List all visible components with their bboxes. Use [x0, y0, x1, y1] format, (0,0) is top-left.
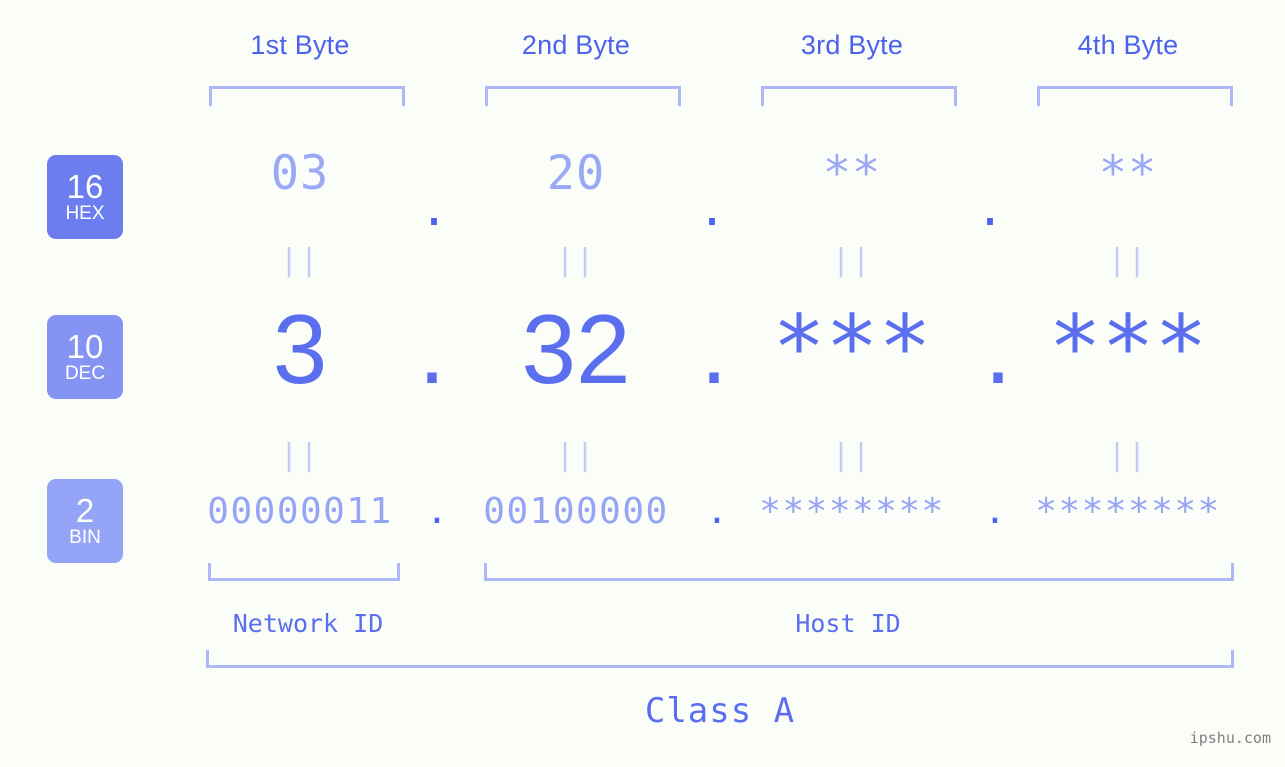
class-label: Class A [644, 691, 796, 731]
byte-header-2: 2nd Byte [521, 30, 631, 60]
equals-mark-dec-bin-2: || [555, 438, 597, 473]
hex-separator-3: . [975, 182, 1005, 237]
equals-mark-hex-dec-1: || [279, 243, 321, 278]
ip-byte-breakdown-diagram: 1st Byte 2nd Byte 3rd Byte 4th Byte 16 H… [0, 0, 1285, 767]
dec-value-byte-3: *** [772, 296, 932, 399]
site-watermark: ipshu.com [1189, 729, 1271, 747]
base-badge-hex: 16 HEX [47, 155, 123, 239]
bin-separator-2: . [706, 491, 728, 532]
byte-header-4: 4th Byte [1077, 30, 1179, 60]
network-id-label: Network ID [232, 609, 384, 638]
dec-separator-3: . [984, 294, 1012, 404]
base-badge-dec-abbr: DEC [64, 362, 106, 384]
base-badge-bin-abbr: BIN [69, 526, 101, 548]
equals-mark-dec-bin-3: || [831, 438, 873, 473]
equals-mark-hex-dec-4: || [1107, 243, 1149, 278]
base-badge-hex-number: 16 [66, 167, 104, 205]
byte-header-1: 1st Byte [250, 30, 350, 60]
byte-bracket-3 [761, 86, 957, 106]
byte-bracket-4 [1037, 86, 1233, 106]
hex-separator-1: . [419, 182, 449, 237]
base-badge-bin-number: 2 [75, 491, 95, 529]
dec-value-byte-1: 3 [272, 294, 328, 404]
equals-mark-dec-bin-1: || [279, 438, 321, 473]
bin-value-byte-1: 00000011 [207, 491, 393, 532]
bin-separator-3: . [984, 491, 1006, 532]
base-badge-bin: 2 BIN [47, 479, 123, 563]
base-badge-hex-abbr: HEX [65, 202, 105, 224]
bin-value-byte-4: ******** [1035, 491, 1221, 532]
byte-bracket-2 [485, 86, 681, 106]
dec-value-byte-4: *** [1048, 296, 1208, 399]
byte-bracket-1 [209, 86, 405, 106]
hex-value-byte-2: 20 [546, 146, 606, 201]
host-id-bracket [484, 563, 1234, 581]
host-id-label: Host ID [795, 609, 901, 638]
class-bracket [206, 650, 1234, 668]
base-badge-dec-number: 10 [66, 327, 104, 365]
hex-separator-2: . [697, 182, 727, 237]
bin-separator-1: . [426, 491, 448, 532]
hex-value-byte-3: ** [822, 146, 882, 201]
bin-value-byte-3: ******** [759, 491, 945, 532]
base-badge-dec: 10 DEC [47, 315, 123, 399]
hex-value-byte-1: 03 [270, 146, 330, 201]
bin-value-byte-2: 00100000 [483, 491, 669, 532]
dec-separator-2: . [700, 294, 728, 404]
byte-header-3: 3rd Byte [800, 30, 904, 60]
dec-separator-1: . [418, 294, 446, 404]
network-id-bracket [208, 563, 400, 581]
dec-value-byte-2: 32 [521, 294, 631, 404]
hex-value-byte-4: ** [1098, 146, 1158, 201]
equals-mark-hex-dec-2: || [555, 243, 597, 278]
equals-mark-dec-bin-4: || [1107, 438, 1149, 473]
equals-mark-hex-dec-3: || [831, 243, 873, 278]
